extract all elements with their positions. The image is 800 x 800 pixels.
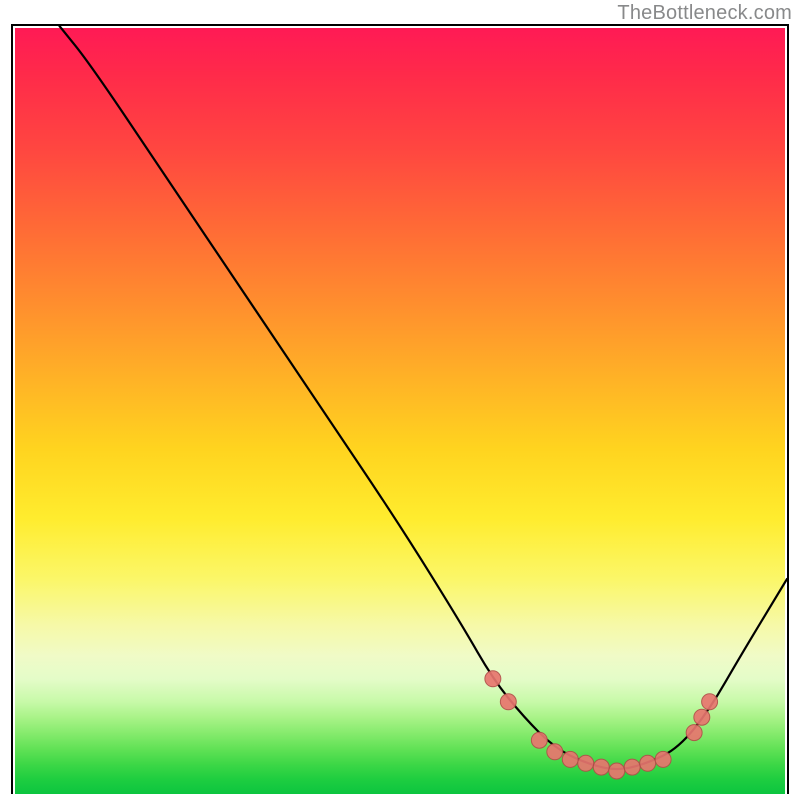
data-marker: [702, 694, 718, 710]
bottleneck-curve: [59, 26, 787, 769]
data-marker: [640, 755, 656, 771]
marker-group: [485, 671, 718, 779]
plot-frame: [11, 24, 789, 794]
data-marker: [686, 725, 702, 741]
data-marker: [624, 759, 640, 775]
data-marker: [500, 694, 516, 710]
chart-canvas: TheBottleneck.com: [0, 0, 800, 800]
data-marker: [694, 709, 710, 725]
data-marker: [562, 751, 578, 767]
data-marker: [485, 671, 501, 687]
data-marker: [609, 763, 625, 779]
chart-svg: [13, 26, 787, 794]
data-marker: [593, 759, 609, 775]
data-marker: [531, 732, 547, 748]
attribution-label: TheBottleneck.com: [617, 2, 792, 25]
data-marker: [578, 755, 594, 771]
data-marker: [547, 744, 563, 760]
data-marker: [655, 751, 671, 767]
